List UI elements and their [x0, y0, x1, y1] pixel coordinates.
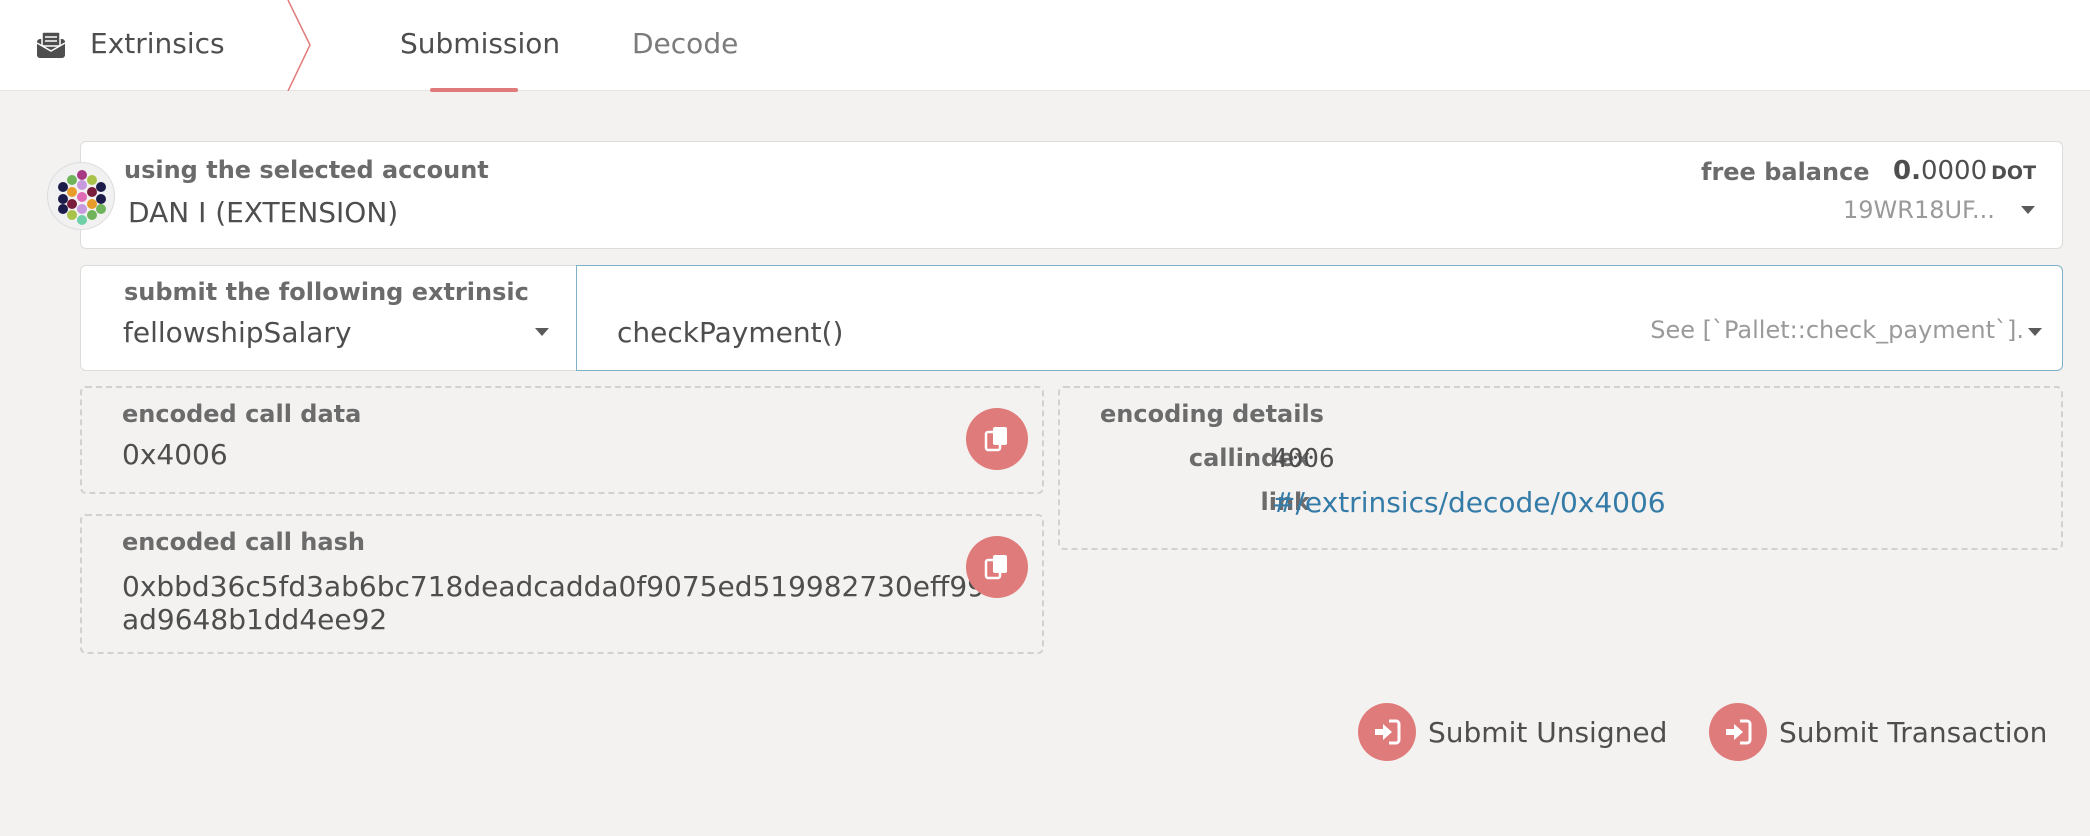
extrinsic-label: submit the following extrinsic — [124, 278, 529, 306]
copy-icon — [984, 427, 1007, 452]
method-value: checkPayment() — [617, 316, 844, 349]
encoding-details-label: encoding details — [1100, 400, 1324, 428]
encoded-call-data-panel: encoded call data 0x4006 — [80, 386, 1044, 494]
app-menu[interactable]: Extrinsics — [0, 0, 310, 90]
callindex-value: 4006 — [1272, 444, 1335, 474]
encoded-call-hash-label: encoded call hash — [122, 528, 365, 556]
encoded-call-data-label: encoded call data — [122, 400, 362, 428]
decode-link[interactable]: #/extrinsics/decode/0x4006 — [1272, 486, 1666, 519]
breadcrumb-divider — [287, 0, 311, 91]
encoded-call-hash-panel: encoded call hash 0xbbd36c5fd3ab6bc718de… — [80, 514, 1044, 654]
encoded-call-data-value: 0x4006 — [122, 438, 228, 471]
account-address: 19WR18UF... — [1843, 196, 1995, 224]
app-title: Extrinsics — [90, 27, 225, 60]
encoded-call-hash-value: 0xbbd36c5fd3ab6bc718deadcadda0f9075ed519… — [122, 570, 985, 636]
copy-icon — [984, 555, 1007, 580]
tab-submission[interactable]: Submission — [400, 27, 560, 60]
free-balance-value: 0.0000 DOT — [1893, 156, 2036, 186]
chevron-down-icon[interactable] — [535, 328, 549, 336]
encoding-details-panel: encoding details callindex 4006 link #/e… — [1058, 386, 2063, 550]
submit-transaction-label: Submit Transaction — [1779, 715, 2048, 749]
sign-in-icon — [1358, 703, 1416, 761]
submit-transaction-button[interactable]: Submit Transaction — [1709, 702, 2047, 762]
copy-call-data-button[interactable] — [966, 408, 1028, 470]
account-selector[interactable]: using the selected account DAN I (EXTENS… — [80, 141, 2063, 249]
submit-unsigned-button[interactable]: Submit Unsigned — [1358, 702, 1667, 762]
balance-decimal: 0000 — [1920, 156, 1988, 186]
free-balance-label: free balance — [1701, 158, 1870, 186]
top-bar: Extrinsics Submission Decode — [0, 0, 2090, 92]
pallet-value: fellowshipSalary — [123, 316, 352, 349]
account-value: DAN I (EXTENSION) — [128, 196, 399, 229]
method-selector[interactable]: checkPayment() See [`Pallet::check_payme… — [576, 265, 2063, 371]
submit-unsigned-label: Submit Unsigned — [1428, 715, 1668, 749]
tab-decode[interactable]: Decode — [632, 27, 738, 60]
account-label: using the selected account — [124, 156, 489, 184]
method-description: See [`Pallet::check_payment`]. — [1650, 316, 2024, 344]
balance-integer: 0. — [1893, 156, 1921, 186]
chevron-down-icon[interactable] — [2021, 206, 2035, 214]
account-identicon — [47, 162, 115, 230]
envelope-icon — [36, 31, 66, 59]
active-tab-indicator — [430, 88, 518, 92]
copy-call-hash-button[interactable] — [966, 536, 1028, 598]
chevron-down-icon[interactable] — [2028, 328, 2042, 336]
balance-unit: DOT — [1991, 162, 2037, 184]
pallet-selector[interactable]: submit the following extrinsic fellowshi… — [80, 265, 576, 371]
sign-in-icon — [1709, 703, 1767, 761]
